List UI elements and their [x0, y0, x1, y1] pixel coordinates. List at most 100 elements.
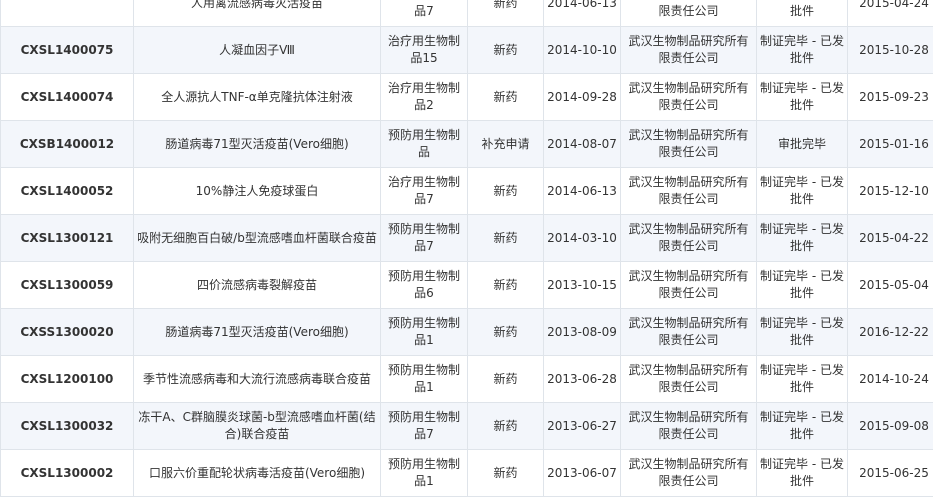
name-link[interactable]: 吸附无细胞百白破/b型流感嗜血杆菌联合疫苗 — [137, 231, 377, 245]
review-status-cell: 制证完毕 - 已发批件 — [757, 450, 848, 497]
drug-name-cell[interactable]: 四价流感病毒裂解疫苗 — [134, 262, 381, 309]
company-link[interactable]: 武汉生物制品研究所有限责任公司 — [628, 81, 748, 112]
acceptance-number-cell[interactable]: CXSL1300002 — [1, 450, 134, 497]
name-link[interactable]: 季节性流感病毒和大流行流感病毒联合疫苗 — [143, 372, 371, 386]
acceptance-number-cell[interactable]: CXSL1400075 — [1, 27, 134, 74]
undertake-date-cell: 2014-06-13 — [544, 0, 621, 27]
undertake-date-cell: 2014-03-10 — [544, 215, 621, 262]
company-link[interactable]: 武汉生物制品研究所有限责任公司 — [628, 222, 748, 253]
acceptance-number-cell[interactable] — [1, 0, 134, 27]
drug-name-cell[interactable]: 人凝血因子Ⅷ — [134, 27, 381, 74]
drug-name-cell[interactable]: 10%静注人免疫球蛋白 — [134, 168, 381, 215]
table-row: CXSL140005210%静注人免疫球蛋白治疗用生物制品7新药2014-06-… — [1, 168, 933, 215]
company-link[interactable]: 武汉生物制品研究所有限责任公司 — [628, 363, 748, 394]
company-link[interactable]: 武汉生物制品研究所有限责任公司 — [628, 410, 748, 441]
code-link[interactable]: CXSL1300002 — [21, 466, 114, 480]
drug-name-cell[interactable]: 吸附无细胞百白破/b型流感嗜血杆菌联合疫苗 — [134, 215, 381, 262]
company-name-cell[interactable]: 武汉生物制品研究所有限责任公司 — [621, 168, 757, 215]
code-link[interactable]: CXSS1300020 — [20, 325, 113, 339]
code-link[interactable]: CXSL1300059 — [21, 278, 114, 292]
review-status-cell: 制证完毕 - 已发批件 — [757, 27, 848, 74]
company-link[interactable]: 武汉生物制品研究所有限责任公司 — [628, 316, 748, 347]
name-link[interactable]: 肠道病毒71型灭活疫苗(Vero细胞) — [165, 137, 348, 151]
review-status-cell: 制证完毕 - 已发批件 — [757, 168, 848, 215]
drug-registration-table: 人用禽流感病毒灭活疫苗治疗用生物制品7新药2014-06-13武汉生物制品研究所… — [0, 0, 933, 497]
name-link[interactable]: 冻干A、C群脑膜炎球菌-b型流感嗜血杆菌(结合)联合疫苗 — [138, 410, 375, 441]
table-row: CXSL1300059 四价流感病毒裂解疫苗 预防用生物制品6新药2013-10-1… — [1, 262, 933, 309]
approval-date-cell: 2015-09-08 — [848, 403, 933, 450]
review-status-cell: 制证完毕 - 已发批件 — [757, 74, 848, 121]
code-link[interactable]: CXSL1300032 — [21, 419, 114, 433]
code-link[interactable]: CXSL1200100 — [21, 372, 114, 386]
company-name-cell[interactable]: 武汉生物制品研究所有限责任公司 — [621, 0, 757, 27]
table-row: CXSL1300032 冻干A、C群脑膜炎球菌-b型流感嗜血杆菌(结合)联合疫苗预… — [1, 403, 933, 450]
table-row: 人用禽流感病毒灭活疫苗治疗用生物制品7新药2014-06-13武汉生物制品研究所… — [1, 0, 933, 27]
company-name-cell[interactable]: 武汉生物制品研究所有限责任公司 — [621, 356, 757, 403]
undertake-date-cell: 2013-10-15 — [544, 262, 621, 309]
acceptance-number-cell[interactable]: CXSS1300020 — [1, 309, 134, 356]
undertake-date-cell: 2013-08-09 — [544, 309, 621, 356]
drug-category-cell: 预防用生物制品6 — [381, 262, 468, 309]
name-link[interactable]: 10%静注人免疫球蛋白 — [196, 184, 319, 198]
company-name-cell[interactable]: 武汉生物制品研究所有限责任公司 — [621, 403, 757, 450]
undertake-date-cell: 2014-10-10 — [544, 27, 621, 74]
table-row: CXSL1400075 人凝血因子Ⅷ 治疗用生物制品15新药2014-10-10武汉… — [1, 27, 933, 74]
drug-name-cell[interactable]: 肠道病毒71型灭活疫苗(Vero细胞) — [134, 309, 381, 356]
company-link[interactable]: 武汉生物制品研究所有限责任公司 — [628, 0, 748, 18]
acceptance-number-cell[interactable]: CXSL1200100 — [1, 356, 134, 403]
code-link[interactable]: CXSL1400075 — [21, 43, 114, 57]
code-link[interactable]: CXSL1400052 — [21, 184, 114, 198]
acceptance-number-cell[interactable]: CXSL1300121 — [1, 215, 134, 262]
application-type-cell: 新药 — [468, 262, 544, 309]
code-link[interactable]: CXSL1300121 — [21, 231, 114, 245]
name-link[interactable]: 肠道病毒71型灭活疫苗(Vero细胞) — [165, 325, 348, 339]
approval-date-cell: 2015-05-04 — [848, 262, 933, 309]
company-link[interactable]: 武汉生物制品研究所有限责任公司 — [628, 128, 748, 159]
name-link[interactable]: 四价流感病毒裂解疫苗 — [197, 278, 317, 292]
acceptance-number-cell[interactable]: CXSB1400012 — [1, 121, 134, 168]
table-row: CXSL1200100季节性流感病毒和大流行流感病毒联合疫苗预防用生物制品1新药… — [1, 356, 933, 403]
company-link[interactable]: 武汉生物制品研究所有限责任公司 — [628, 175, 748, 206]
drug-name-cell[interactable]: 冻干A、C群脑膜炎球菌-b型流感嗜血杆菌(结合)联合疫苗 — [134, 403, 381, 450]
company-name-cell[interactable]: 武汉生物制品研究所有限责任公司 — [621, 450, 757, 497]
drug-name-cell[interactable]: 人用禽流感病毒灭活疫苗 — [134, 0, 381, 27]
drug-category-cell: 预防用生物制品1 — [381, 450, 468, 497]
name-link[interactable]: 人用禽流感病毒灭活疫苗 — [191, 0, 323, 10]
company-name-cell[interactable]: 武汉生物制品研究所有限责任公司 — [621, 309, 757, 356]
company-link[interactable]: 武汉生物制品研究所有限责任公司 — [628, 457, 748, 488]
drug-category-cell: 预防用生物制品7 — [381, 403, 468, 450]
company-name-cell[interactable]: 武汉生物制品研究所有限责任公司 — [621, 215, 757, 262]
drug-name-cell[interactable]: 全人源抗人TNF-α单克隆抗体注射液 — [134, 74, 381, 121]
undertake-date-cell: 2014-06-13 — [544, 168, 621, 215]
acceptance-number-cell[interactable]: CXSL1400052 — [1, 168, 134, 215]
table-row: CXSL1300002 口服六价重配轮状病毒活疫苗(Vero细胞) 预防用生物制品1… — [1, 450, 933, 497]
company-name-cell[interactable]: 武汉生物制品研究所有限责任公司 — [621, 74, 757, 121]
acceptance-number-cell[interactable]: CXSL1400074 — [1, 74, 134, 121]
drug-name-cell[interactable]: 口服六价重配轮状病毒活疫苗(Vero细胞) — [134, 450, 381, 497]
drug-category-cell: 治疗用生物制品7 — [381, 0, 468, 27]
review-status-cell: 制证完毕 - 已发批件 — [757, 403, 848, 450]
table-row: CXSL1300121 吸附无细胞百白破/b型流感嗜血杆菌联合疫苗预防用生物制品7… — [1, 215, 933, 262]
drug-category-cell: 预防用生物制品7 — [381, 215, 468, 262]
name-link[interactable]: 全人源抗人TNF-α单克隆抗体注射液 — [161, 90, 352, 104]
table-row: CXSL1400074全人源抗人TNF-α单克隆抗体注射液治疗用生物制品2新药2… — [1, 74, 933, 121]
company-link[interactable]: 武汉生物制品研究所有限责任公司 — [628, 34, 748, 65]
company-name-cell[interactable]: 武汉生物制品研究所有限责任公司 — [621, 262, 757, 309]
drug-name-cell[interactable]: 季节性流感病毒和大流行流感病毒联合疫苗 — [134, 356, 381, 403]
drug-name-cell[interactable]: 肠道病毒71型灭活疫苗(Vero细胞) — [134, 121, 381, 168]
undertake-date-cell: 2013-06-07 — [544, 450, 621, 497]
table-row: CXSS1300020肠道病毒71型灭活疫苗(Vero细胞)预防用生物制品1新药… — [1, 309, 933, 356]
code-link[interactable]: CXSB1400012 — [20, 137, 114, 151]
company-name-cell[interactable]: 武汉生物制品研究所有限责任公司 — [621, 121, 757, 168]
application-type-cell: 新药 — [468, 27, 544, 74]
review-status-cell: 制证完毕 - 已发批件 — [757, 215, 848, 262]
drug-category-cell: 治疗用生物制品15 — [381, 27, 468, 74]
name-link[interactable]: 口服六价重配轮状病毒活疫苗(Vero细胞) — [149, 466, 365, 480]
application-type-cell: 新药 — [468, 168, 544, 215]
code-link[interactable]: CXSL1400074 — [21, 90, 114, 104]
company-link[interactable]: 武汉生物制品研究所有限责任公司 — [628, 269, 748, 300]
acceptance-number-cell[interactable]: CXSL1300032 — [1, 403, 134, 450]
acceptance-number-cell[interactable]: CXSL1300059 — [1, 262, 134, 309]
company-name-cell[interactable]: 武汉生物制品研究所有限责任公司 — [621, 27, 757, 74]
name-link[interactable]: 人凝血因子Ⅷ — [219, 43, 295, 57]
